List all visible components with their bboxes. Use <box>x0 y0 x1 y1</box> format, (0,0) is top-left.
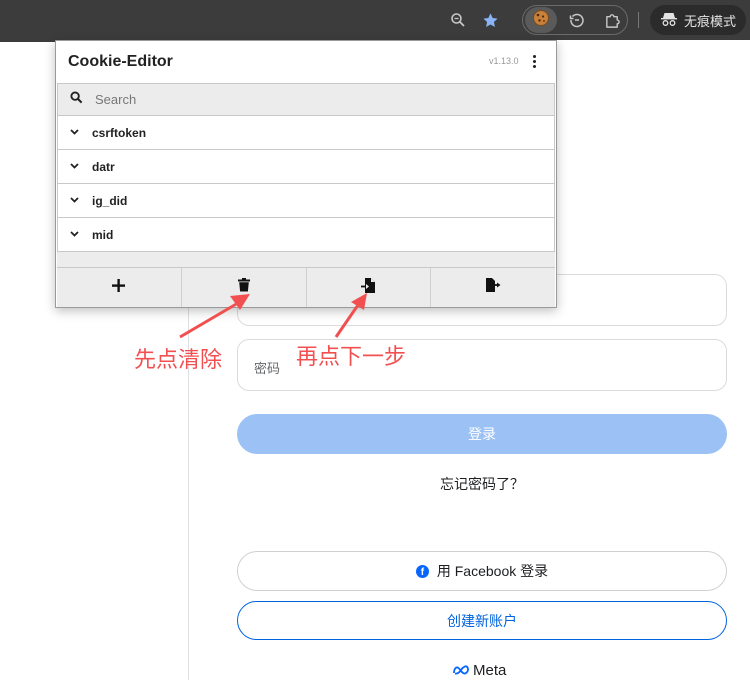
annotation-first-step: 先点清除 <box>134 348 223 373</box>
annotation-second-step: 再点下一步 <box>296 345 407 370</box>
arrow-to-delete <box>179 294 250 339</box>
arrow-to-import <box>334 293 367 338</box>
